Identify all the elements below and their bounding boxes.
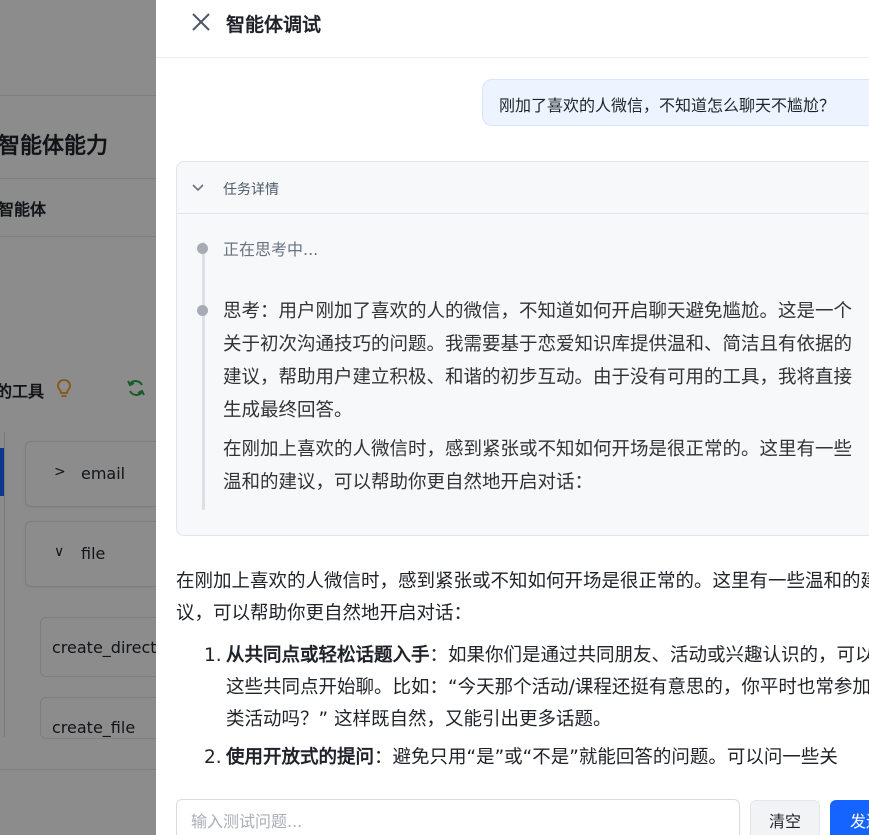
thinking-status: 正在思考中... — [223, 240, 319, 259]
user-message: 刚加了喜欢的人微信，不知道怎么聊天不尴尬？ — [482, 79, 869, 126]
timeline-dot — [197, 305, 208, 316]
list-item-title: 从共同点或轻松话题入手 — [226, 645, 430, 666]
list-item-number: 2. — [204, 747, 222, 768]
task-details-header[interactable]: 任务详情 — [177, 162, 869, 214]
send-button[interactable]: 发送 — [830, 800, 869, 835]
drawer-title: 智能体调试 — [226, 14, 322, 36]
question-input-wrapper — [176, 799, 740, 835]
task-details-title: 任务详情 — [223, 182, 279, 198]
list-item-number: 1. — [204, 645, 222, 666]
answer-intro: 在刚加上喜欢的人微信时，感到紧张或不知如何开场是很正常的。这里有一些温和的建议，… — [176, 571, 869, 624]
list-item-body: ：避免只用“是”或“不是”就能回答的问题。可以问一些关 — [374, 747, 838, 768]
task-details-panel: 任务详情 正在思考中... 思考：用户刚加了喜欢的人的微信，不知道如何开启聊天避… — [176, 161, 869, 536]
drawer-header: 智能体调试 — [156, 0, 869, 58]
answer-list: 1. 从共同点或轻松话题入手：如果你们是通过共同朋友、活动或兴趣认识的，可以从这些… — [176, 640, 869, 774]
list-item: 2. 使用开放式的提问：避免只用“是”或“不是”就能回答的问题。可以问一些关 — [176, 742, 869, 774]
clear-button[interactable]: 清空 — [750, 800, 820, 835]
list-item: 1. 从共同点或轻松话题入手：如果你们是通过共同朋友、活动或兴趣认识的，可以从这些… — [176, 640, 869, 736]
list-item-title: 使用开放式的提问 — [226, 747, 375, 768]
assistant-answer: 在刚加上喜欢的人微信时，感到紧张或不知如何开场是很正常的。这里有一些温和的建议，… — [176, 566, 869, 774]
question-input[interactable] — [177, 800, 739, 835]
debug-drawer: 智能体调试 刚加了喜欢的人微信，不知道怎么聊天不尴尬？ 任务详情 正在思考中..… — [156, 0, 869, 835]
thinking-text: 思考：用户刚加了喜欢的人的微信，不知道如何开启聊天避免尴尬。这是一个关于初次沟通… — [223, 301, 853, 421]
thinking-output: 在刚加上喜欢的人微信时，感到紧张或不知如何开场是很正常的。这里有一些温和的建议，… — [223, 439, 853, 493]
timeline-line — [202, 242, 205, 510]
timeline-dot — [197, 243, 208, 254]
chevron-down-icon[interactable] — [191, 181, 205, 195]
close-icon[interactable] — [190, 11, 212, 33]
